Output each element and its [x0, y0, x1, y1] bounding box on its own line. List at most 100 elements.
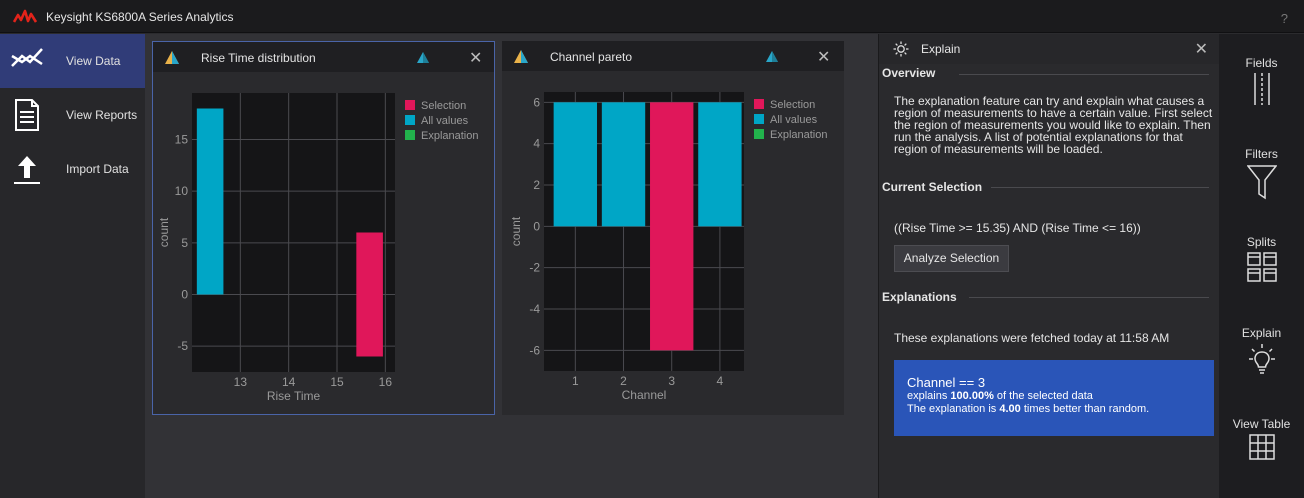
- document-icon: [15, 99, 39, 131]
- x-tick-label: 15: [330, 375, 344, 389]
- settings-triangle-icon[interactable]: [417, 52, 429, 63]
- fields-icon: [1253, 73, 1270, 105]
- analyze-selection-button[interactable]: Analyze Selection: [894, 245, 1009, 272]
- y-tick-label: 6: [533, 95, 540, 109]
- text: The explanation is: [907, 403, 1000, 415]
- chart-line-icon: [11, 48, 43, 67]
- y-tick-label: 4: [533, 137, 540, 151]
- close-icon[interactable]: ✕: [1195, 39, 1208, 59]
- divider: [991, 187, 1209, 188]
- chart-type-icon[interactable]: [165, 51, 179, 64]
- splits-icon: [1246, 252, 1277, 282]
- nav-view-reports[interactable]: View Reports: [0, 88, 145, 142]
- explain-title: Explain: [921, 42, 961, 56]
- workspace: Rise Time distribution ✕ 13 14 15 16 -5 0 5 10 1…: [145, 34, 878, 498]
- x-tick-label: 4: [717, 374, 724, 388]
- legend-swatch: [754, 114, 764, 124]
- view-table-button[interactable]: View Table: [1219, 417, 1304, 460]
- legend-label: All values: [770, 114, 818, 126]
- rb-label: Splits: [1246, 235, 1277, 249]
- panel-title: Rise Time distribution: [201, 51, 316, 65]
- rise-time-panel[interactable]: Rise Time distribution ✕ 13 14 15 16 -5 0 5 10 1…: [152, 41, 495, 415]
- y-axis-label: count: [157, 217, 171, 247]
- explanations-heading: Explanations: [882, 290, 957, 304]
- nav-view-data[interactable]: View Data: [0, 34, 145, 88]
- x-tick-label: 1: [572, 374, 579, 388]
- channel-pareto-chart[interactable]: 1 2 3 4 -6 -4 -2 0 2 4 6 Channel count Selection All v…: [502, 71, 844, 415]
- divider: [969, 297, 1209, 298]
- nav-label: View Data: [66, 54, 121, 68]
- legend-swatch: [754, 129, 764, 139]
- upload-icon: [14, 156, 40, 184]
- bar: [698, 102, 742, 227]
- y-tick-label: 2: [533, 178, 540, 192]
- legend-swatch: [405, 100, 415, 110]
- y-axis-label: count: [509, 216, 523, 246]
- legend-label: Selection: [770, 99, 815, 111]
- x-tick-label: 14: [282, 375, 296, 389]
- rb-label: View Table: [1232, 417, 1291, 431]
- selection-text: ((Rise Time >= 15.35) AND (Rise Time <= …: [894, 221, 1141, 235]
- panel-title: Channel pareto: [550, 50, 633, 64]
- legend-label: Explanation: [421, 130, 479, 142]
- legend-label: Selection: [421, 100, 466, 112]
- y-tick-label: -4: [529, 302, 540, 316]
- splits-button[interactable]: Splits: [1219, 235, 1304, 282]
- x-axis-label: Rise Time: [267, 389, 321, 403]
- rise-time-chart[interactable]: 13 14 15 16 -5 0 5 10 15 Rise Time count Selection A…: [153, 72, 496, 416]
- panel-header: Channel pareto ✕: [502, 41, 844, 71]
- left-nav: View Data View Reports Import Data: [0, 34, 145, 498]
- keysight-logo-icon: [13, 9, 37, 23]
- title-bar: Keysight KS6800A Series Analytics ?: [0, 0, 1304, 33]
- filters-button[interactable]: Filters: [1219, 147, 1304, 200]
- text: times better than random.: [1020, 403, 1150, 415]
- settings-triangle-icon[interactable]: [766, 51, 778, 62]
- nav-label: View Reports: [66, 108, 138, 122]
- nav-label: Import Data: [66, 162, 129, 176]
- help-button[interactable]: ?: [1281, 11, 1288, 26]
- text: of the selected data: [993, 390, 1093, 402]
- explain-pane: Explain ✕ Overview The explanation featu…: [878, 34, 1220, 498]
- x-tick-label: 16: [379, 375, 393, 389]
- y-tick-label: 10: [175, 184, 189, 198]
- lightbulb-icon: [1248, 344, 1275, 374]
- rb-label: Fields: [1245, 56, 1278, 70]
- y-tick-label: 15: [175, 133, 189, 147]
- y-tick-label: 0: [181, 288, 188, 302]
- legend-label: All values: [421, 115, 469, 127]
- lift-value: 4.00: [999, 403, 1021, 415]
- close-icon[interactable]: ✕: [469, 48, 482, 68]
- rb-label: Explain: [1241, 326, 1282, 340]
- app-title: Keysight KS6800A Series Analytics: [46, 10, 234, 24]
- x-tick-label: 3: [668, 374, 675, 388]
- explanation-title: Channel == 3: [907, 375, 986, 390]
- legend-swatch: [405, 115, 415, 125]
- right-toolbar: Fields Filters Splits Explain View Table: [1219, 34, 1304, 498]
- x-axis-label: Channel: [622, 388, 667, 402]
- bar: [356, 232, 383, 357]
- chart-type-icon[interactable]: [514, 50, 528, 63]
- bar: [553, 102, 598, 227]
- rb-label: Filters: [1245, 147, 1278, 161]
- y-tick-label: -2: [529, 261, 540, 275]
- y-tick-label: 5: [181, 236, 188, 250]
- bar: [196, 108, 224, 295]
- x-tick-label: 13: [234, 375, 248, 389]
- close-icon[interactable]: ✕: [817, 47, 830, 67]
- y-tick-label: -5: [177, 339, 188, 353]
- current-selection-heading: Current Selection: [882, 180, 983, 194]
- explanation-card[interactable]: Channel == 3 explains 100.00% of the sel…: [894, 360, 1214, 436]
- overview-line: region of measurements will be loaded.: [894, 142, 1103, 156]
- explain-button[interactable]: Explain: [1219, 326, 1304, 377]
- overview-text: The explanation feature can try and expl…: [894, 95, 1214, 155]
- legend-label: Explanation: [770, 129, 828, 141]
- coverage-value: 100.00%: [950, 390, 994, 402]
- fetched-text: These explanations were fetched today at…: [894, 331, 1170, 345]
- bar: [650, 102, 694, 351]
- divider: [959, 74, 1209, 75]
- fields-button[interactable]: Fields: [1219, 56, 1304, 105]
- lightbulb-icon: [893, 41, 909, 57]
- text: explains: [907, 390, 951, 402]
- nav-import-data[interactable]: Import Data: [0, 142, 145, 196]
- channel-pareto-panel[interactable]: Channel pareto ✕ 1 2 3 4 -6 -4 -2 0 2 4 6 Channel co…: [502, 41, 844, 415]
